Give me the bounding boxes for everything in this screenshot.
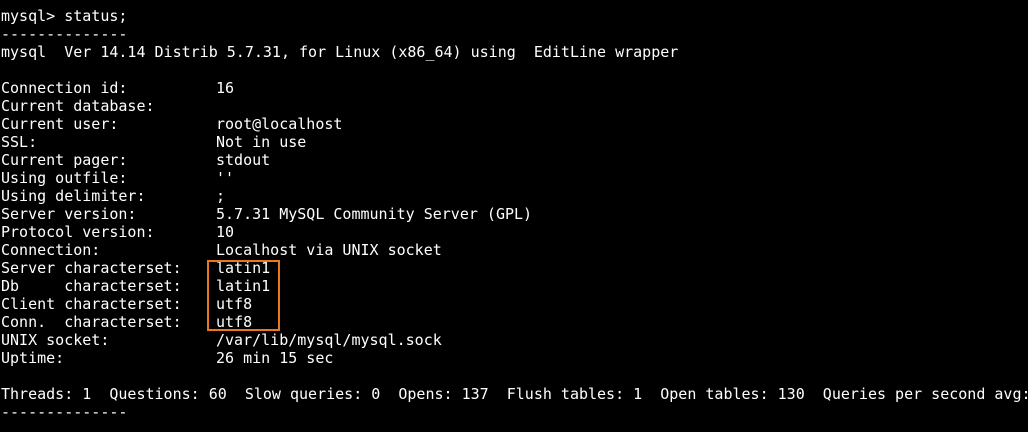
field-label: Connection: — [1, 241, 101, 259]
field-label: Connection id: — [1, 79, 128, 97]
field-server-characterset: Server characterset: latin1 — [0, 259, 1028, 277]
field-server-version: Server version: 5.7.31 MySQL Community Se… — [0, 205, 1028, 223]
field-label: Db characterset: — [1, 277, 182, 295]
stats-line: Threads: 1 Questions: 60 Slow queries: 0… — [1, 385, 1028, 403]
field-value: Localhost via UNIX socket — [216, 241, 442, 259]
field-using-delimiter: Using delimiter:; — [0, 187, 1028, 205]
separator-bottom: -------------- — [1, 403, 128, 421]
field-using-outfile: Using outfile: '' — [0, 169, 1028, 187]
field-value: /var/lib/mysql/mysql.sock — [216, 331, 442, 349]
separator-top: -------------- — [1, 25, 128, 43]
field-label: Client characterset: — [1, 295, 182, 313]
field-value: stdout — [216, 151, 271, 169]
field-label: Current pager: — [1, 151, 128, 169]
field-value: root@localhost — [216, 115, 343, 133]
field-protocol-version: Protocol version: 10 — [0, 223, 1028, 241]
field-value: 16 — [216, 79, 235, 97]
field-label: Current user: — [1, 115, 119, 133]
field-db-characterset: Db characterset: latin1 — [0, 277, 1028, 295]
field-value: Not in use — [216, 133, 307, 151]
field-label: Server version: — [1, 205, 137, 223]
field-current-pager: Current pager: stdout — [0, 151, 1028, 169]
version-line: mysql Ver 14.14 Distrib 5.7.31, for Linu… — [1, 43, 679, 61]
field-conn-characterset: Conn. characterset: utf8 — [0, 313, 1028, 331]
field-client-characterset: Client characterset: utf8 — [0, 295, 1028, 313]
prompt-line: mysql> status; — [1, 7, 128, 25]
field-connection-id: Connection id: 16 — [0, 79, 1028, 97]
field-value: 26 min 15 sec — [216, 349, 334, 367]
field-uptime: Uptime: 26 min 15 sec — [0, 349, 1028, 367]
field-current-database: Current database: — [0, 97, 1028, 115]
field-label: Server characterset: — [1, 259, 182, 277]
field-value: 10 — [216, 223, 235, 241]
field-label: Protocol version: — [1, 223, 155, 241]
field-unix-socket: UNIX socket: /var/lib/mysql/mysql.sock — [0, 331, 1028, 349]
field-label: UNIX socket: — [1, 331, 110, 349]
field-value: '' — [216, 169, 235, 187]
field-ssl: SSL: Not in use — [0, 133, 1028, 151]
field-value: 5.7.31 MySQL Community Server (GPL) — [216, 205, 533, 223]
field-value: utf8 — [216, 313, 253, 331]
field-value: latin1 — [216, 277, 271, 295]
terminal-window[interactable]: mysql> status; -------------- mysql Ver … — [0, 0, 1028, 432]
field-label: Using delimiter: — [1, 187, 146, 205]
field-value: latin1 — [216, 259, 271, 277]
field-current-user: Current user: root@localhost — [0, 115, 1028, 133]
field-connection: Connection: Localhost via UNIX socket — [0, 241, 1028, 259]
field-label: Current database: — [1, 97, 155, 115]
field-label: Uptime: — [1, 349, 65, 367]
field-value: utf8 — [216, 295, 253, 313]
field-label: SSL: — [1, 133, 38, 151]
field-value: ; — [216, 187, 226, 205]
field-label: Using outfile: — [1, 169, 128, 187]
field-label: Conn. characterset: — [1, 313, 182, 331]
